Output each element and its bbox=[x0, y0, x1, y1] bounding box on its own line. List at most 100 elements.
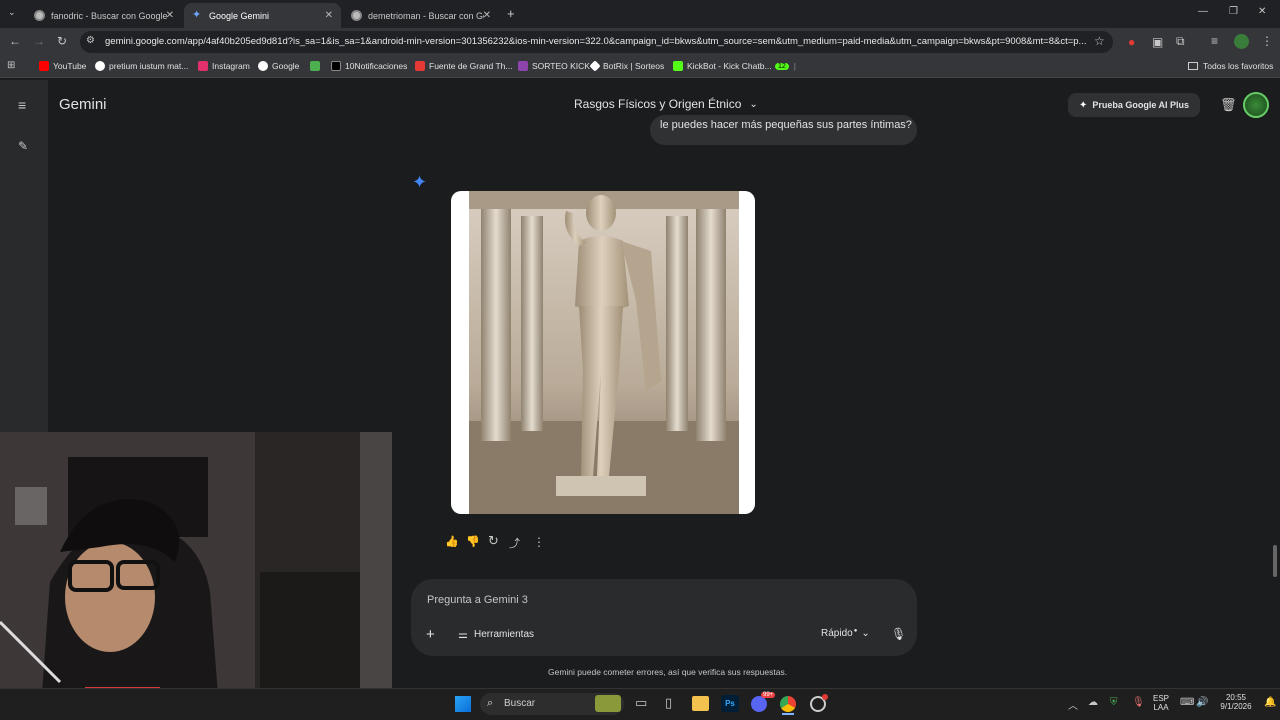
user-message: le puedes hacer más pequeñas sus partes … bbox=[660, 119, 912, 131]
scrollbar-thumb[interactable] bbox=[1273, 545, 1277, 577]
tray-chevron-icon[interactable]: ︿ bbox=[1068, 697, 1078, 712]
taskbar-search-label: Buscar bbox=[504, 698, 536, 709]
prompt-input[interactable]: Pregunta a Gemini 3 bbox=[427, 594, 528, 606]
google-icon bbox=[258, 61, 268, 71]
back-icon[interactable]: ← bbox=[9, 34, 21, 48]
extension-red-icon[interactable]: ● bbox=[1128, 35, 1135, 49]
chat-title-dropdown[interactable]: Rasgos Físicos y Origen Étnico ⌄ bbox=[574, 97, 758, 111]
kickbot-icon bbox=[673, 61, 683, 71]
thumbs-up-icon[interactable]: 👍 bbox=[445, 535, 459, 548]
discord-icon[interactable] bbox=[751, 696, 767, 712]
new-chat-icon[interactable]: ✎ bbox=[18, 139, 28, 153]
google-icon bbox=[95, 61, 105, 71]
close-icon[interactable]: ✕ bbox=[483, 10, 491, 21]
regenerate-icon[interactable]: ↻ bbox=[488, 533, 499, 549]
disclaimer: Gemini puede cometer errores, así que ve… bbox=[548, 667, 788, 677]
bookmark-google[interactable]: Google bbox=[258, 61, 299, 71]
menu-hamburger-icon[interactable]: ≡ bbox=[18, 97, 26, 113]
account-avatar[interactable] bbox=[1243, 92, 1269, 118]
tab-fanodric[interactable]: fanodric - Buscar con Google ✕ bbox=[26, 3, 182, 28]
leaf-icon bbox=[310, 61, 320, 71]
profile-avatar[interactable] bbox=[1234, 34, 1249, 49]
task-view-icon[interactable]: ▭ bbox=[635, 695, 647, 711]
chevron-down-icon: ⌄ bbox=[749, 98, 758, 110]
windows-start-icon[interactable] bbox=[455, 696, 471, 712]
file-explorer-icon[interactable] bbox=[692, 696, 709, 711]
language-indicator[interactable]: ESP LAA bbox=[1150, 694, 1172, 712]
bookmark-botrix[interactable]: BotRix | Sorteos bbox=[589, 60, 664, 72]
tab-search-icon[interactable]: ⌄ bbox=[8, 7, 16, 18]
google-icon bbox=[351, 10, 362, 21]
font-icon bbox=[415, 61, 425, 71]
statue-image bbox=[469, 191, 739, 514]
menu-dots-icon[interactable]: ⋮ bbox=[1261, 34, 1273, 48]
extensions-puzzle-icon[interactable]: ⧉ bbox=[1176, 34, 1185, 49]
close-icon[interactable]: ✕ bbox=[166, 10, 174, 21]
sorteo-icon bbox=[518, 61, 528, 71]
chevron-down-icon: ⌄ bbox=[861, 628, 870, 639]
microphone-icon[interactable]: 🎙 bbox=[891, 627, 906, 641]
botrix-icon bbox=[589, 60, 601, 72]
close-window-icon[interactable]: ✕ bbox=[1258, 6, 1266, 17]
photoshop-icon[interactable]: Ps bbox=[721, 695, 739, 712]
app-icon[interactable]: ▯ bbox=[665, 695, 672, 711]
media-control-icon[interactable]: ≡ bbox=[1211, 34, 1218, 48]
mic-tray-icon[interactable]: 🎙 bbox=[1132, 697, 1145, 708]
add-icon[interactable]: + bbox=[426, 626, 435, 643]
close-icon[interactable]: ✕ bbox=[325, 10, 333, 21]
tab-label: fanodric - Buscar con Google bbox=[51, 10, 168, 21]
all-bookmarks[interactable]: Todos los favoritos bbox=[1188, 61, 1273, 71]
x-icon bbox=[331, 61, 341, 71]
volume-icon[interactable]: 🔊 bbox=[1196, 697, 1208, 708]
bookmark-kickbot[interactable]: KickBot - Kick Chatb... bbox=[673, 61, 772, 71]
google-icon bbox=[34, 10, 45, 21]
more-options-icon[interactable]: ⋮ bbox=[533, 535, 545, 549]
tab-gemini[interactable]: ✦ Google Gemini ✕ bbox=[184, 3, 341, 28]
webcam-feed bbox=[0, 432, 392, 720]
bookmark-12[interactable]: 12 | bbox=[775, 61, 796, 71]
tools-button[interactable]: Herramientas bbox=[474, 629, 534, 640]
upgrade-button[interactable]: ✦ Prueba Google AI Plus bbox=[1068, 93, 1200, 117]
forward-icon[interactable]: → bbox=[33, 34, 45, 48]
mode-selector[interactable]: Rápido ● ⌄ bbox=[821, 628, 870, 640]
bookmark-instagram[interactable]: Instagram bbox=[198, 61, 250, 71]
bookmark-youtube[interactable]: YouTube bbox=[39, 61, 86, 71]
clock[interactable]: 20:55 9/1/2026 bbox=[1214, 693, 1258, 711]
app-title: Gemini bbox=[59, 96, 107, 113]
folder-icon bbox=[1188, 62, 1198, 70]
webcam-overlay bbox=[0, 432, 392, 720]
bookmark-star-icon[interactable]: ☆ bbox=[1094, 34, 1105, 48]
apps-grid-icon[interactable]: ⊞ bbox=[7, 60, 15, 71]
bookmark-10notificaciones[interactable]: 10Notificaciones bbox=[331, 61, 407, 71]
bookmark-sorteo-kick[interactable]: SORTEO KICK bbox=[518, 61, 590, 71]
new-tab-icon[interactable]: + bbox=[507, 6, 515, 21]
tab-demetrioman[interactable]: demetrioman - Buscar con Goo ✕ bbox=[343, 3, 499, 28]
bookmark-pretium[interactable]: pretium iustum mat... bbox=[95, 61, 188, 71]
minimize-icon[interactable]: — bbox=[1198, 6, 1208, 17]
url-text[interactable]: gemini.google.com/app/4af40b205ed9d81d?i… bbox=[105, 36, 1090, 47]
search-icon: ⌕ bbox=[487, 697, 494, 709]
shield-icon[interactable]: ⛨ bbox=[1110, 697, 1118, 708]
delete-chat-icon[interactable]: 🗑 bbox=[1220, 97, 1237, 113]
user-message-bubble: le puedes hacer más pequeñas sus partes … bbox=[650, 115, 917, 145]
cloud-icon[interactable]: ☁ bbox=[1088, 697, 1098, 708]
bookmark-fuente-gta[interactable]: Fuente de Grand Th... bbox=[415, 61, 512, 71]
sparkle-icon: ✦ bbox=[1078, 99, 1088, 111]
generated-image[interactable] bbox=[451, 191, 755, 514]
active-indicator bbox=[782, 713, 794, 715]
notifications-icon[interactable]: 🔔 bbox=[1264, 697, 1276, 708]
bookmark-unnamed[interactable] bbox=[310, 61, 324, 71]
youtube-icon bbox=[39, 61, 49, 71]
extension-icon[interactable]: ▣ bbox=[1152, 35, 1163, 49]
chrome-icon[interactable] bbox=[780, 696, 796, 712]
thumbs-down-icon[interactable]: 👎 bbox=[466, 535, 480, 548]
share-icon[interactable]: ⤴ bbox=[509, 535, 520, 551]
restore-icon[interactable]: ❐ bbox=[1229, 6, 1238, 17]
mode-label: Rápido bbox=[821, 628, 853, 639]
search-highlight-icon bbox=[595, 695, 621, 712]
network-icon[interactable]: ⌨ bbox=[1180, 697, 1194, 708]
tools-icon: ⚌ bbox=[458, 629, 468, 641]
gemini-sparkle-icon: ✦ bbox=[412, 172, 428, 192]
site-info-icon[interactable]: ⚙ bbox=[86, 35, 95, 46]
reload-icon[interactable]: ↻ bbox=[57, 34, 67, 48]
